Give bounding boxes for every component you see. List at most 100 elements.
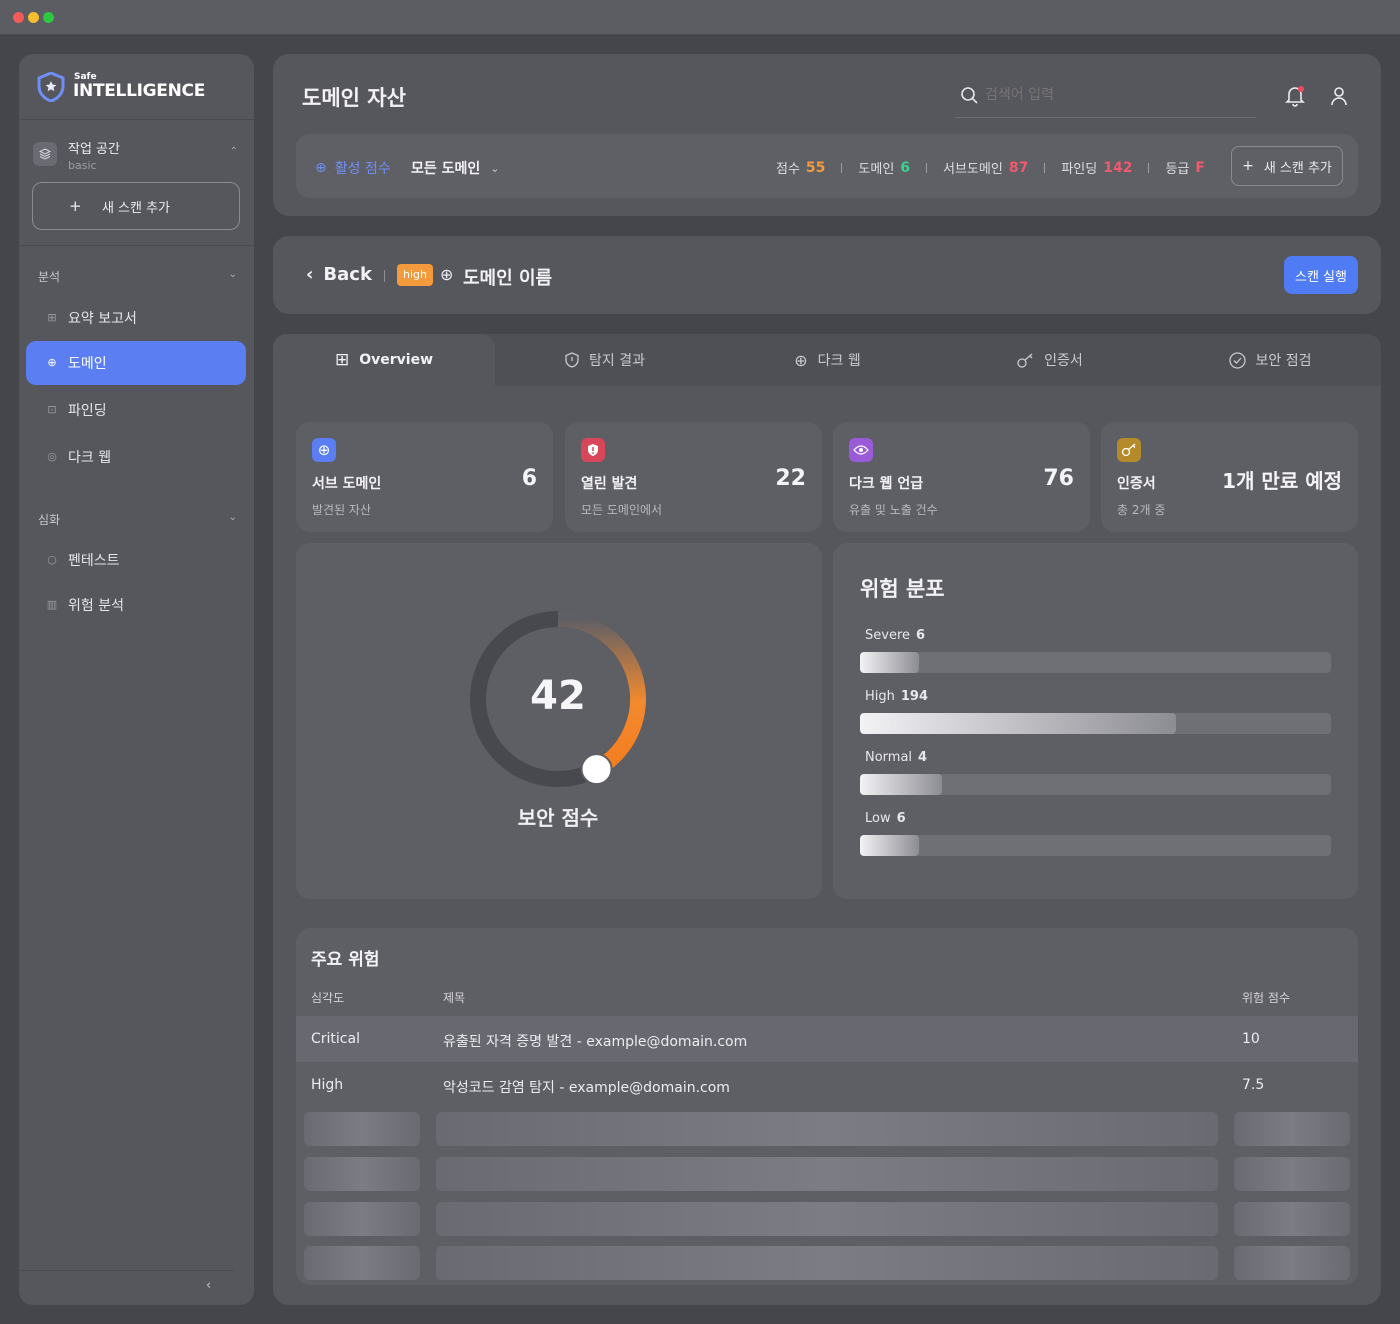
tab-label: Overview bbox=[359, 352, 434, 368]
column-header-title: 제목 bbox=[443, 991, 466, 1005]
skeleton-cell bbox=[304, 1157, 420, 1191]
tab-overview[interactable]: ⊞ Overview bbox=[273, 334, 495, 386]
stat-value: 6 bbox=[900, 159, 911, 176]
eye-icon bbox=[849, 438, 873, 462]
row-severity: Critical bbox=[311, 1031, 360, 1047]
risk-distribution-panel: 위험 분포 Severe 6 High 194 Normal 4 Low 6 bbox=[833, 543, 1358, 899]
table-row[interactable]: Critical 유출된 자격 증명 발견 - example@domain.c… bbox=[296, 1016, 1358, 1062]
risk-title: 위험 분포 bbox=[860, 577, 945, 601]
close-window-button[interactable] bbox=[13, 12, 24, 23]
sidebar-item-darkweb[interactable]: ◎ 다크 웹 bbox=[26, 435, 246, 479]
sidebar-item-risk-analysis[interactable]: ▥ 위험 분석 bbox=[26, 583, 246, 627]
chevron-down-icon: ⌄ bbox=[490, 161, 500, 175]
sidebar-item-label: 요약 보고서 bbox=[68, 311, 137, 327]
divider bbox=[19, 119, 254, 120]
divider bbox=[384, 270, 385, 282]
domain-select[interactable]: 모든 도메인 ⌄ bbox=[411, 158, 500, 178]
new-scan-button[interactable]: + 새 스캔 추가 bbox=[1231, 146, 1343, 186]
chevron-left-icon: ‹ bbox=[206, 1278, 212, 1293]
sidebar-item-findings[interactable]: ⊡ 파인딩 bbox=[26, 388, 246, 432]
risk-name: Normal bbox=[865, 750, 913, 765]
eye-icon: ◎ bbox=[47, 450, 57, 463]
domain-name: 도메인 이름 bbox=[463, 268, 553, 289]
stat-grade: 등급 F bbox=[1165, 158, 1205, 178]
sidebar: Safe INTELLIGENCE 작업 공간 basic ⌃ + 새 스캔 추… bbox=[19, 54, 254, 1305]
risk-label-low: Low 6 bbox=[865, 811, 906, 826]
circle-icon: ○ bbox=[47, 553, 57, 566]
sidebar-item-pentest[interactable]: ○ 펜테스트 bbox=[26, 538, 246, 582]
chevron-down-icon[interactable]: ⌄ bbox=[229, 269, 237, 280]
risk-bar-fill bbox=[860, 774, 943, 795]
sidebar-item-summary[interactable]: ⊞ 요약 보고서 bbox=[26, 296, 246, 340]
stat-label: 점수 bbox=[776, 162, 800, 177]
maximize-window-button[interactable] bbox=[43, 12, 54, 23]
tab-security-check[interactable]: 보안 점검 bbox=[1185, 334, 1355, 386]
stat-score: 점수 55 bbox=[776, 158, 825, 178]
stat-subdomain: 서브도메인 87 bbox=[943, 158, 1028, 178]
risk-name: High bbox=[865, 689, 895, 704]
workspace-selector[interactable]: 작업 공간 basic ⌃ bbox=[33, 138, 238, 174]
globe-icon: ⊕ bbox=[315, 160, 327, 176]
collapse-sidebar-button[interactable]: ‹ bbox=[206, 1278, 211, 1293]
card-subtitle: 유출 및 노출 건수 bbox=[849, 503, 938, 517]
skeleton-cell bbox=[436, 1202, 1218, 1236]
card-title: 인증서 bbox=[1117, 476, 1156, 492]
card-subtitle: 총 2개 중 bbox=[1117, 503, 1166, 517]
risk-bar-low bbox=[860, 835, 1331, 856]
divider bbox=[19, 1270, 234, 1271]
card-value: 1개 만료 예정 bbox=[1222, 469, 1342, 493]
divider bbox=[19, 245, 254, 246]
sidebar-new-scan-button[interactable]: + 새 스캔 추가 bbox=[32, 182, 240, 230]
risk-name: Low bbox=[865, 811, 891, 826]
risk-bar-fill bbox=[860, 652, 919, 673]
card-value: 6 bbox=[521, 466, 537, 491]
card-darkweb-mentions[interactable]: 다크 웹 언급 유출 및 노출 건수 76 bbox=[833, 422, 1090, 532]
chevron-down-icon[interactable]: ⌄ bbox=[229, 512, 237, 523]
user-menu-button[interactable] bbox=[1330, 86, 1348, 106]
back-button[interactable]: ‹ Back bbox=[306, 264, 372, 285]
header-panel: 도메인 자산 ⊕ 활성 점수 모든 도메인 ⌄ 점수 55 도메인 6 서브도메인 8… bbox=[273, 54, 1381, 216]
row-title: 유출된 자격 증명 발견 - example@domain.com bbox=[443, 1034, 748, 1050]
bell-icon bbox=[1285, 86, 1305, 107]
risk-bar-high bbox=[860, 713, 1331, 734]
severity-badge: high bbox=[397, 264, 433, 286]
risk-count: 6 bbox=[896, 811, 906, 826]
sidebar-item-domain[interactable]: ⊕ 도메인 bbox=[26, 341, 246, 385]
globe-icon: ⊕ bbox=[440, 265, 454, 284]
tab-darkweb[interactable]: ⊕ 다크 웹 bbox=[745, 334, 910, 386]
minimize-window-button[interactable] bbox=[28, 12, 39, 23]
card-open-findings[interactable]: 열린 발견 모든 도메인에서 22 bbox=[565, 422, 822, 532]
risk-count: 6 bbox=[916, 628, 926, 643]
risk-name: Severe bbox=[865, 628, 910, 643]
workspace-title: 작업 공간 bbox=[68, 142, 120, 157]
sidebar-item-label: 파인딩 bbox=[68, 403, 107, 419]
card-certificates[interactable]: 인증서 총 2개 중 1개 만료 예정 bbox=[1101, 422, 1358, 532]
sidebar-new-scan-label: 새 스캔 추가 bbox=[101, 200, 171, 216]
page-title: 도메인 자산 bbox=[302, 86, 406, 110]
search-icon bbox=[961, 87, 978, 104]
search-box[interactable] bbox=[955, 78, 1256, 118]
sidebar-item-label: 위험 분석 bbox=[68, 598, 124, 614]
tab-detections[interactable]: 탐지 결과 bbox=[520, 334, 690, 386]
skeleton-cell bbox=[1234, 1157, 1350, 1191]
key-icon bbox=[1017, 353, 1033, 368]
shield-icon bbox=[565, 352, 579, 368]
row-score: 10 bbox=[1242, 1031, 1260, 1047]
layers-icon bbox=[33, 142, 57, 166]
table-row[interactable]: High 악성코드 감염 탐지 - example@domain.com 7.5 bbox=[296, 1062, 1358, 1108]
card-subdomains[interactable]: ⊕ 서브 도메인 발견된 자산 6 bbox=[296, 422, 553, 532]
risk-bar-fill bbox=[860, 835, 919, 856]
gauge-knob bbox=[580, 753, 613, 786]
active-score-filter[interactable]: ⊕ 활성 점수 bbox=[315, 158, 391, 178]
run-scan-button[interactable]: 스캔 실행 bbox=[1284, 256, 1358, 294]
plus-icon: + bbox=[69, 197, 82, 215]
risk-label-severe: Severe 6 bbox=[865, 628, 925, 643]
notification-button[interactable] bbox=[1285, 85, 1305, 107]
check-circle-icon bbox=[1228, 351, 1246, 369]
tab-certificates[interactable]: 인증서 bbox=[970, 334, 1130, 386]
search-input[interactable] bbox=[985, 87, 1235, 103]
card-subtitle: 모든 도메인에서 bbox=[581, 503, 663, 517]
stat-findings: 파인딩 142 bbox=[1061, 158, 1132, 178]
divider bbox=[1148, 162, 1150, 173]
row-title: 악성코드 감염 탐지 - example@domain.com bbox=[443, 1080, 730, 1096]
